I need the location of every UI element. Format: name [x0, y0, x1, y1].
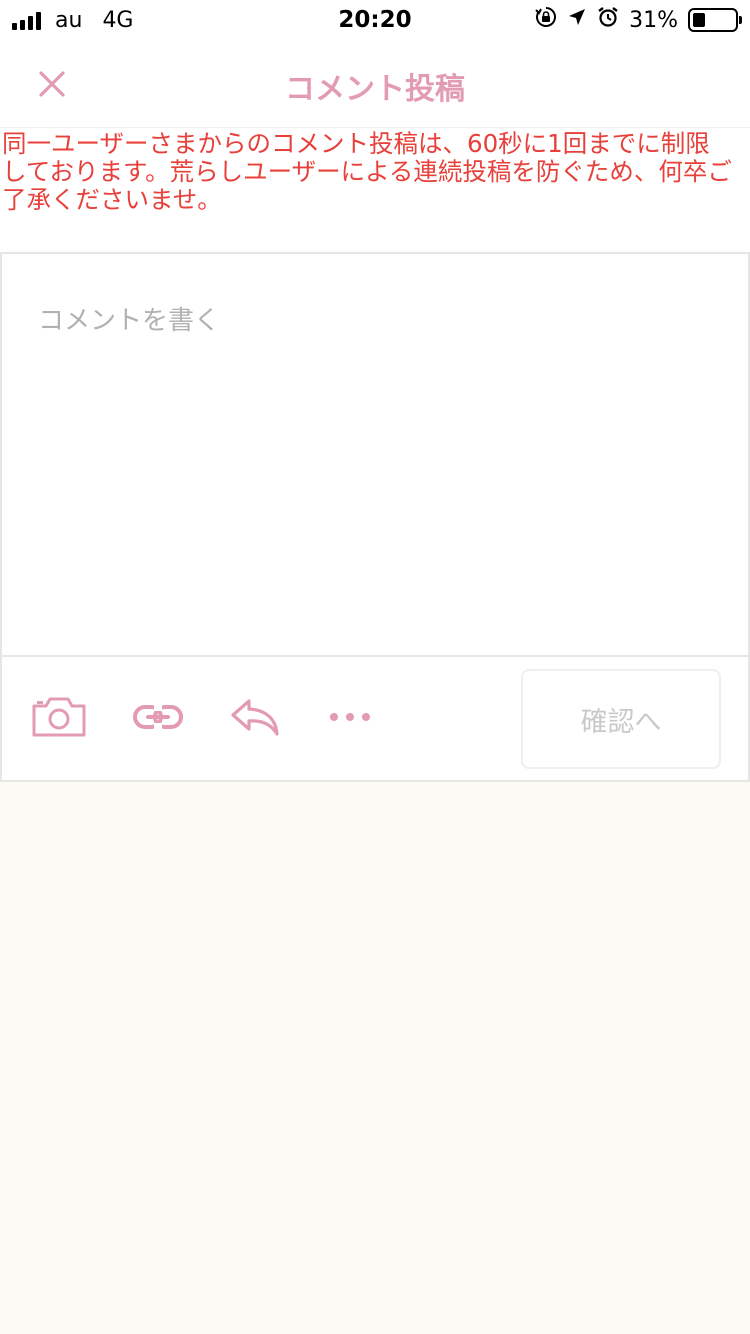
reply-icon	[231, 699, 279, 736]
confirm-button[interactable]: 確認へ	[521, 669, 721, 769]
rotation-lock-icon	[535, 6, 557, 34]
navigation-bar: コメント投稿	[0, 40, 750, 128]
camera-icon	[32, 697, 86, 737]
battery-fill	[693, 13, 706, 27]
battery-icon	[688, 8, 742, 32]
rate-limit-notice: 同一ユーザーさまからのコメント投稿は、60秒に1回までに制限しております。荒らし…	[2, 129, 732, 214]
notice-area: 同一ユーザーさまからのコメント投稿は、60秒に1回までに制限しております。荒らし…	[0, 128, 750, 252]
more-icon	[330, 713, 370, 721]
camera-button[interactable]	[30, 687, 88, 747]
page-title: コメント投稿	[285, 72, 465, 107]
status-bar: au 4G 20:20 31%	[0, 0, 750, 40]
link-icon	[133, 705, 183, 729]
comment-input[interactable]	[2, 254, 748, 654]
more-button[interactable]	[326, 687, 374, 747]
reply-button[interactable]	[228, 687, 282, 747]
status-bar-right: 31%	[535, 6, 742, 34]
battery-percent: 31%	[629, 7, 678, 33]
comment-editor: 確認へ	[0, 252, 750, 782]
location-icon	[567, 7, 587, 33]
editor-toolbar: 確認へ	[2, 655, 748, 780]
link-button[interactable]	[130, 687, 186, 747]
alarm-icon	[597, 6, 619, 34]
